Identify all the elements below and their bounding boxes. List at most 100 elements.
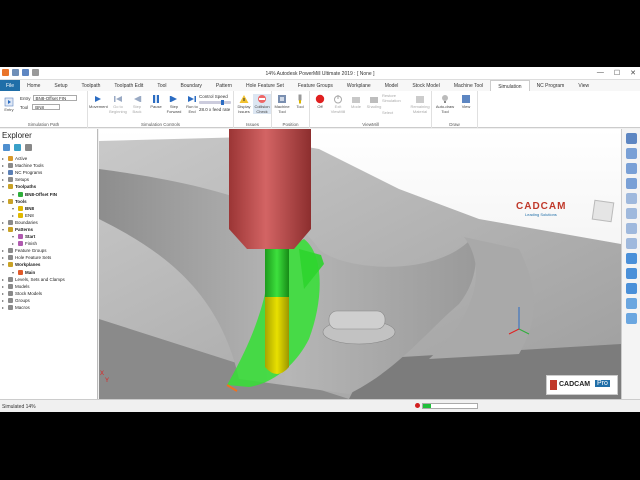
pause-button[interactable]: Pause bbox=[147, 94, 165, 110]
expand-icon[interactable]: ▸ bbox=[12, 213, 16, 218]
step-forward-button[interactable]: Step Forward bbox=[165, 94, 183, 114]
collapse-icon[interactable]: ▾ bbox=[2, 227, 6, 232]
zoom-fit-icon[interactable] bbox=[625, 208, 637, 219]
view-button[interactable]: View bbox=[457, 94, 475, 110]
auto-draw-tool-button[interactable]: Auto-draw Tool bbox=[434, 94, 456, 114]
tab-toolpath-edit[interactable]: Toolpath Edit bbox=[107, 80, 150, 91]
tab-workplane[interactable]: Workplane bbox=[340, 80, 378, 91]
tree-item[interactable]: ▸ Setups bbox=[2, 176, 65, 183]
collapse-icon[interactable]: ▾ bbox=[2, 199, 6, 204]
collapse-icon[interactable]: ▾ bbox=[2, 262, 6, 267]
zoom-in-icon[interactable] bbox=[625, 223, 637, 234]
display-issues-button[interactable]: Display Issues bbox=[235, 94, 253, 114]
maximize-icon[interactable]: ☐ bbox=[614, 69, 620, 77]
zoom-out-icon[interactable] bbox=[625, 238, 637, 249]
tree-item[interactable]: ▸ Feature Groups bbox=[2, 247, 65, 254]
expand-icon[interactable]: ▸ bbox=[2, 298, 6, 303]
tree-item[interactable]: ▾ Tools bbox=[2, 198, 65, 205]
tab-pattern[interactable]: Pattern bbox=[209, 80, 239, 91]
expand-icon[interactable]: ▸ bbox=[2, 163, 6, 168]
mode-button[interactable]: Mode bbox=[347, 94, 365, 110]
section-icon[interactable] bbox=[625, 313, 637, 324]
tree-item[interactable]: ▾ Toolpaths bbox=[2, 183, 65, 190]
tree-item[interactable]: ▸ Hole Feature Sets bbox=[2, 254, 65, 261]
speed-slider-thumb[interactable] bbox=[221, 100, 224, 105]
stop-icon[interactable] bbox=[415, 403, 420, 408]
minimize-icon[interactable]: — bbox=[597, 69, 604, 77]
graphics-viewport[interactable]: CADCAM Leading Solutions Z X Y CADCAM Pr… bbox=[99, 129, 621, 399]
tree-item[interactable]: ▸ Models bbox=[2, 283, 65, 290]
globe-icon[interactable] bbox=[14, 144, 21, 151]
restore-simulation-button[interactable]: Restore Simulation bbox=[382, 93, 408, 103]
machine-tool-button[interactable]: Machine Tool bbox=[273, 94, 291, 114]
expand-icon[interactable]: ▸ bbox=[2, 170, 6, 175]
tool-select[interactable]: BN8 bbox=[32, 104, 61, 110]
tab-setup[interactable]: Setup bbox=[47, 80, 74, 91]
tree-item[interactable]: ▾ Main bbox=[2, 269, 65, 276]
delete-icon[interactable] bbox=[25, 144, 32, 151]
exit-viewmill-button[interactable]: Exit ViewMill bbox=[329, 94, 347, 114]
expand-icon[interactable]: ▸ bbox=[2, 291, 6, 296]
remaining-material-button[interactable]: Remaining Material bbox=[409, 94, 431, 114]
collapse-icon[interactable]: ▾ bbox=[12, 206, 16, 211]
tree-item[interactable]: ▸ Finish bbox=[2, 240, 65, 247]
home-icon[interactable] bbox=[3, 144, 10, 151]
viewmill-off-button[interactable]: Off bbox=[311, 94, 329, 110]
view-cube[interactable] bbox=[591, 199, 615, 223]
front-view-icon[interactable] bbox=[625, 148, 637, 159]
shaded-edges-icon[interactable] bbox=[625, 283, 637, 294]
measure-icon[interactable] bbox=[625, 298, 637, 309]
tab-stock-model[interactable]: Stock Model bbox=[405, 80, 447, 91]
tab-machine-tool[interactable]: Machine Tool bbox=[447, 80, 490, 91]
top-view-icon[interactable] bbox=[625, 163, 637, 174]
expand-icon[interactable]: ▸ bbox=[2, 220, 6, 225]
tab-home[interactable]: Home bbox=[20, 80, 47, 91]
tab-toolpath[interactable]: Toolpath bbox=[74, 80, 107, 91]
tree-item[interactable]: ▸ Active bbox=[2, 155, 65, 162]
tree-item[interactable]: ▸ Levels, Sets and Clamps bbox=[2, 276, 65, 283]
collapse-icon[interactable]: ▾ bbox=[12, 192, 16, 197]
go-to-beginning-button[interactable]: Go to Beginning bbox=[109, 94, 127, 114]
tree-item[interactable]: ▾ Patterns bbox=[2, 226, 65, 233]
entry-select[interactable]: BN8-Offset FIN bbox=[32, 95, 77, 101]
close-icon[interactable]: ✕ bbox=[630, 69, 636, 77]
tree-item[interactable]: ▾ BN8 bbox=[2, 205, 65, 212]
entry-button[interactable]: Entry bbox=[1, 97, 17, 113]
tab-simulation[interactable]: Simulation bbox=[490, 80, 530, 91]
expand-icon[interactable]: ▸ bbox=[2, 305, 6, 310]
tree-item[interactable]: ▸ NC Programs bbox=[2, 169, 65, 176]
tool-position-button[interactable]: Tool bbox=[291, 94, 309, 110]
zoom-icon[interactable] bbox=[625, 193, 637, 204]
collapse-icon[interactable]: ▾ bbox=[2, 184, 6, 189]
select-button[interactable]: Select bbox=[382, 110, 404, 116]
right-view-icon[interactable] bbox=[625, 178, 637, 189]
tab-view[interactable]: View bbox=[571, 80, 596, 91]
tree-item[interactable]: ▸ EN8 bbox=[2, 212, 65, 219]
expand-icon[interactable]: ▸ bbox=[2, 277, 6, 282]
tree-item[interactable]: ▸ Stock Models bbox=[2, 290, 65, 297]
tree-item[interactable]: ▸ Groups bbox=[2, 297, 65, 304]
step-back-button[interactable]: Step Back bbox=[128, 94, 146, 114]
collapse-icon[interactable]: ▾ bbox=[12, 270, 16, 275]
expand-icon[interactable]: ▸ bbox=[2, 177, 6, 182]
tree-item[interactable]: ▾ BN8-Offset FIN bbox=[2, 190, 65, 197]
collapse-icon[interactable]: ▾ bbox=[12, 234, 16, 239]
tab-model[interactable]: Model bbox=[378, 80, 406, 91]
tab-file[interactable]: File bbox=[0, 80, 21, 91]
shaded-icon[interactable] bbox=[625, 253, 637, 264]
speed-slider[interactable] bbox=[199, 100, 231, 105]
tree-item[interactable]: ▾ Start bbox=[2, 233, 65, 240]
iso-view-icon[interactable] bbox=[625, 133, 637, 144]
tree-item[interactable]: ▸ Macros bbox=[2, 304, 65, 311]
collision-check-button[interactable]: Collision Check bbox=[253, 94, 271, 114]
tree-item[interactable]: ▾ Workplanes bbox=[2, 261, 65, 268]
expand-icon[interactable]: ▸ bbox=[2, 156, 6, 161]
movement-button[interactable]: Movement bbox=[89, 94, 108, 110]
tab-feature-groups[interactable]: Feature Groups bbox=[291, 80, 340, 91]
expand-icon[interactable]: ▸ bbox=[2, 284, 6, 289]
tab-boundary[interactable]: Boundary bbox=[174, 80, 209, 91]
tab-hole-feature-set[interactable]: Hole Feature Set bbox=[239, 80, 291, 91]
shading-button[interactable]: Shading bbox=[365, 94, 383, 110]
tab-tool[interactable]: Tool bbox=[150, 80, 173, 91]
tree-item[interactable]: ▸ Machine Tools bbox=[2, 162, 65, 169]
